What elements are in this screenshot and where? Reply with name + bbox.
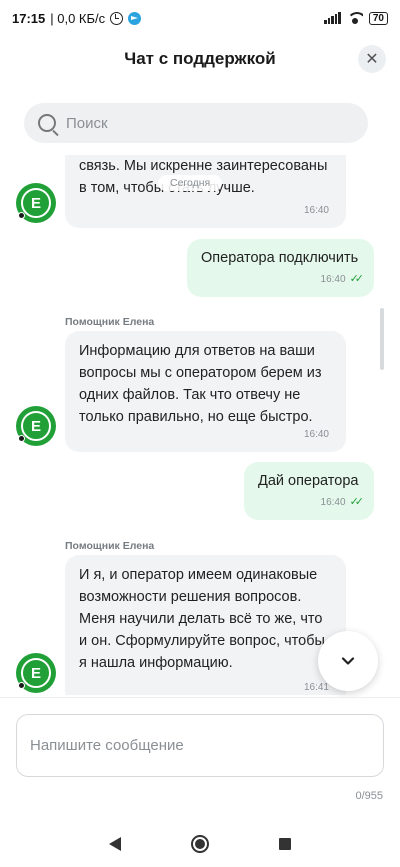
online-status-icon — [18, 435, 25, 442]
message-time: 16:40 — [320, 497, 346, 508]
signal-icon — [324, 12, 341, 24]
battery-indicator: 70 — [368, 11, 388, 25]
message-time: 16:40 — [303, 429, 329, 440]
chat-header: Чат с поддержкой ✕ — [0, 36, 400, 82]
page-title: Чат с поддержкой — [124, 49, 276, 68]
message-composer[interactable] — [16, 714, 384, 777]
alarm-icon — [110, 11, 124, 25]
read-checkmarks-icon: ✓✓ — [349, 496, 365, 508]
message-text: Оператора подключить — [201, 250, 359, 266]
avatar-letter: Е — [21, 411, 51, 441]
search-bar[interactable] — [24, 103, 368, 143]
close-button[interactable]: ✕ — [358, 45, 386, 73]
scrollbar[interactable] — [380, 308, 384, 370]
status-time: 17:15 — [12, 10, 46, 26]
wifi-icon — [346, 12, 363, 24]
incoming-message: И я, и оператор имеем одинаковые возможн… — [65, 555, 346, 695]
home-icon[interactable] — [191, 834, 209, 853]
status-network-speed: | 0,0 КБ/с — [50, 10, 106, 26]
message-meta: 16:40 ✓✓ — [320, 491, 365, 514]
online-status-icon — [18, 682, 25, 689]
close-icon: ✕ — [365, 51, 379, 68]
date-separator: Сегодня — [158, 175, 223, 191]
chevron-down-icon — [341, 657, 355, 665]
outgoing-message: Дай оператора 16:40 ✓✓ — [244, 462, 374, 520]
search-input[interactable] — [66, 114, 346, 132]
status-bar: 17:15 | 0,0 КБ/с 70 — [0, 0, 400, 36]
divider — [0, 697, 400, 698]
message-text: И я, и оператор имеем одинаковые возможн… — [79, 567, 325, 671]
message-time: 16:40 — [320, 274, 346, 285]
avatar-letter: Е — [21, 188, 51, 218]
message-text: Дай оператора — [258, 473, 359, 489]
message-input[interactable] — [30, 737, 370, 754]
read-checkmarks-icon: ✓✓ — [349, 273, 365, 285]
sender-name: Помощник Елена — [65, 540, 155, 552]
message-text: Информацию для ответов на ваши вопросы м… — [79, 343, 322, 425]
back-icon[interactable] — [109, 836, 121, 851]
bot-avatar[interactable]: Е — [16, 183, 56, 223]
online-status-icon — [18, 212, 25, 219]
bot-avatar[interactable]: Е — [16, 406, 56, 446]
message-meta: 16:40 ✓✓ — [320, 268, 365, 291]
incoming-message: связь. Мы искренне заинтересованы в том,… — [65, 155, 346, 228]
outgoing-message: Оператора подключить 16:40 ✓✓ — [187, 239, 374, 297]
search-icon — [38, 114, 56, 132]
message-list[interactable]: связь. Мы искренне заинтересованы в том,… — [0, 155, 400, 695]
recent-apps-icon[interactable] — [279, 837, 291, 850]
scroll-to-bottom-button[interactable] — [318, 631, 378, 691]
avatar-letter: Е — [21, 658, 51, 688]
message-time: 16:40 — [303, 205, 329, 216]
incoming-message: Информацию для ответов на ваши вопросы м… — [65, 331, 346, 452]
character-counter: 0/955 — [355, 790, 383, 802]
telegram-icon — [128, 11, 142, 25]
sender-name: Помощник Елена — [65, 316, 155, 328]
system-nav-bar — [0, 820, 400, 867]
bot-avatar[interactable]: Е — [16, 653, 56, 693]
